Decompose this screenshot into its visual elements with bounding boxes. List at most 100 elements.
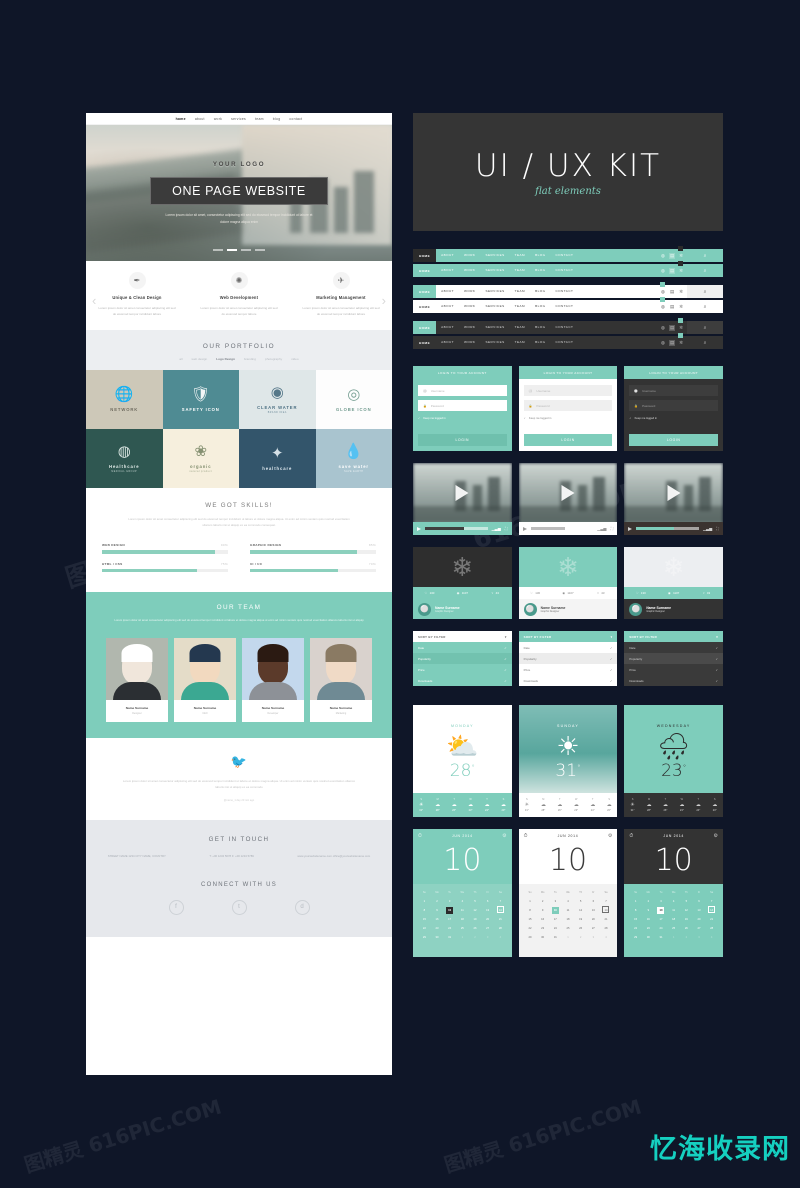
password-input[interactable]: 🔒 Password — [418, 400, 507, 411]
calendar-day[interactable]: 6 — [587, 897, 600, 906]
fullscreen-icon[interactable]: ⛶ — [505, 526, 508, 531]
remember-checkbox[interactable]: ✓ Keep me logged in — [418, 416, 507, 421]
calendar-day[interactable]: 26 — [680, 924, 693, 933]
calendar-day[interactable]: 25 — [562, 924, 575, 933]
remember-checkbox[interactable]: ✓ Keep me logged in — [629, 416, 718, 421]
dropdown-option[interactable]: Downloads ✓ — [624, 675, 723, 686]
navbar[interactable]: HOME ABOUT WORK SERVICES TEAM BLOG CONTACT ◍ ▤… — [413, 333, 723, 349]
globe-icon[interactable]: ◍ — [661, 304, 665, 310]
slider-dot[interactable] — [241, 249, 251, 251]
calendar-day[interactable]: 9 — [536, 906, 549, 915]
comments-stat[interactable]: ▿ 43 — [690, 587, 723, 599]
gear-icon[interactable]: ✲ — [679, 340, 683, 346]
filter-branding[interactable]: branding — [244, 357, 256, 361]
views-stat[interactable]: ◉ 1107 — [446, 587, 479, 599]
calendar-day[interactable]: 22 — [524, 924, 537, 933]
portfolio-filters[interactable]: all web design Logo Design branding phot… — [86, 357, 392, 361]
nav-item-work[interactable]: work — [214, 117, 222, 121]
calendar-day[interactable]: 30 — [642, 933, 655, 942]
play-icon[interactable] — [561, 485, 575, 502]
navbar-item-contact[interactable]: CONTACT — [550, 300, 578, 313]
calendar-day[interactable]: 1 — [629, 897, 642, 906]
dropdown-option[interactable]: Price ✓ — [413, 664, 512, 675]
calendar-widget[interactable]: ⏱ JUN 2014 ⚙ 10 Su Mo Tu We Th Fr Sa 1 2 3 4 5 6 7 8 9 1… — [518, 829, 618, 957]
calendar-day[interactable]: 20 — [587, 915, 600, 924]
calendar-day[interactable]: 19 — [680, 915, 693, 924]
chevron-down-icon[interactable]: ▾ — [505, 635, 507, 639]
calendar-day[interactable]: 12 — [574, 906, 587, 915]
gear-icon[interactable]: ⚙ — [502, 833, 506, 839]
calendar-day[interactable]: 20 — [693, 915, 706, 924]
navbar-item-home[interactable]: HOME — [413, 264, 437, 277]
navbar-item-about[interactable]: ABOUT — [436, 249, 459, 262]
navbar-item-home[interactable]: HOME — [413, 321, 437, 334]
calendar-day[interactable]: 17 — [443, 915, 456, 924]
calendar-day[interactable]: 1 — [418, 897, 431, 906]
dropdown-option[interactable]: Popularity ✓ — [624, 653, 723, 664]
portfolio-item[interactable]: ◍ Healthcare MEDICAL GROUP — [86, 429, 163, 488]
calendar-day[interactable]: 2 — [680, 933, 693, 942]
calendar-day[interactable]: 17 — [549, 915, 562, 924]
play-icon[interactable] — [455, 485, 469, 502]
sort-dropdown[interactable]: SORT BY FILTER ▾ Date ✓ Popularity ✓ Pri… — [518, 631, 618, 693]
dropdown-option[interactable]: Downloads ✓ — [413, 675, 512, 686]
calendar-day[interactable]: 1 — [562, 933, 575, 942]
calendar-day[interactable]: 3 — [587, 933, 600, 942]
nav-item-team[interactable]: team — [255, 117, 264, 121]
calendar-day[interactable]: 31 — [655, 933, 668, 942]
calendar-day[interactable]: 4 — [562, 897, 575, 906]
play-button-small[interactable] — [628, 526, 633, 531]
carousel-next-icon[interactable]: › — [382, 293, 386, 308]
navbar-item-team[interactable]: TEAM — [510, 300, 530, 313]
views-stat[interactable]: ◉ 1107 — [552, 587, 585, 599]
globe-icon[interactable]: ◍ — [661, 268, 665, 274]
calendar-day[interactable]: 29 — [524, 933, 537, 942]
dropdown-option[interactable]: Popularity ✓ — [413, 653, 512, 664]
portfolio-item[interactable]: ❀ organic natural product — [162, 429, 239, 488]
navbar-item-work[interactable]: WORK — [459, 285, 480, 298]
calendar-day[interactable]: 27 — [587, 924, 600, 933]
calendar-day[interactable]: 1 — [667, 933, 680, 942]
username-input[interactable]: ⚪ Username — [629, 385, 718, 396]
calendar-day-selected[interactable]: 10 — [443, 906, 456, 915]
calendar-day[interactable]: 15 — [418, 915, 431, 924]
site-nav[interactable]: home about work services team blog conta… — [86, 113, 392, 125]
calendar-day[interactable]: 27 — [481, 924, 494, 933]
navbar[interactable]: HOME ABOUT WORK SERVICES TEAM BLOG CONTACT ◍ ▤… — [413, 318, 723, 334]
calendar-day[interactable]: 29 — [629, 933, 642, 942]
views-stat[interactable]: ◉ 1107 — [657, 587, 690, 599]
likes-stat[interactable]: ♡ 130 — [413, 587, 446, 599]
navbar-item-work[interactable]: WORK — [459, 264, 480, 277]
calendar-day[interactable]: 3 — [443, 897, 456, 906]
dropdown-header[interactable]: SORT BY FILTER ▾ — [518, 631, 618, 642]
navbar-item-work[interactable]: WORK — [459, 336, 480, 349]
video-player[interactable]: ▁▃▅ ⛶ — [518, 463, 618, 535]
calendar-day[interactable]: 4 — [494, 933, 507, 942]
calendar-day[interactable]: 21 — [600, 915, 613, 924]
filter-all[interactable]: all — [179, 357, 182, 361]
likes-stat[interactable]: ♡ 130 — [624, 587, 657, 599]
team-member-card[interactable]: Name Surname Designer — [106, 637, 168, 722]
calendar-day[interactable]: 8 — [418, 906, 431, 915]
play-button-small[interactable] — [522, 526, 527, 531]
calendar-day[interactable]: 11 — [456, 906, 469, 915]
navbar-item-home[interactable]: HOME — [413, 285, 437, 298]
calendar-widget[interactable]: ⏱ JUN 2014 ⚙ 10 Su Mo Tu We Th Fr Sa 1 2 3 4 5 6 7 8 9 1… — [624, 829, 723, 957]
dropdown-option[interactable]: Downloads ✓ — [518, 675, 618, 686]
calendar-day[interactable]: 13 — [587, 906, 600, 915]
navbar-item-about[interactable]: ABOUT — [436, 300, 459, 313]
nav-item-contact[interactable]: contact — [289, 117, 302, 121]
calendar-day[interactable]: 18 — [456, 915, 469, 924]
navbar-item-contact[interactable]: CONTACT — [550, 285, 578, 298]
navbar-item-blog[interactable]: BLOG — [530, 300, 550, 313]
calendar-day[interactable]: 7 — [600, 897, 613, 906]
calendar-day[interactable]: 28 — [494, 924, 507, 933]
calendar-day[interactable]: 5 — [469, 897, 482, 906]
navbar-item-contact[interactable]: CONTACT — [550, 264, 578, 277]
navbar-item-home[interactable]: HOME — [413, 249, 437, 262]
navbar-item-home[interactable]: HOME — [413, 300, 437, 313]
nav-item-services[interactable]: services — [231, 117, 246, 121]
navbar-item-team[interactable]: TEAM — [510, 249, 530, 262]
likes-stat[interactable]: ♡ 130 — [519, 587, 552, 599]
twitter-icon[interactable]: t — [231, 899, 247, 915]
